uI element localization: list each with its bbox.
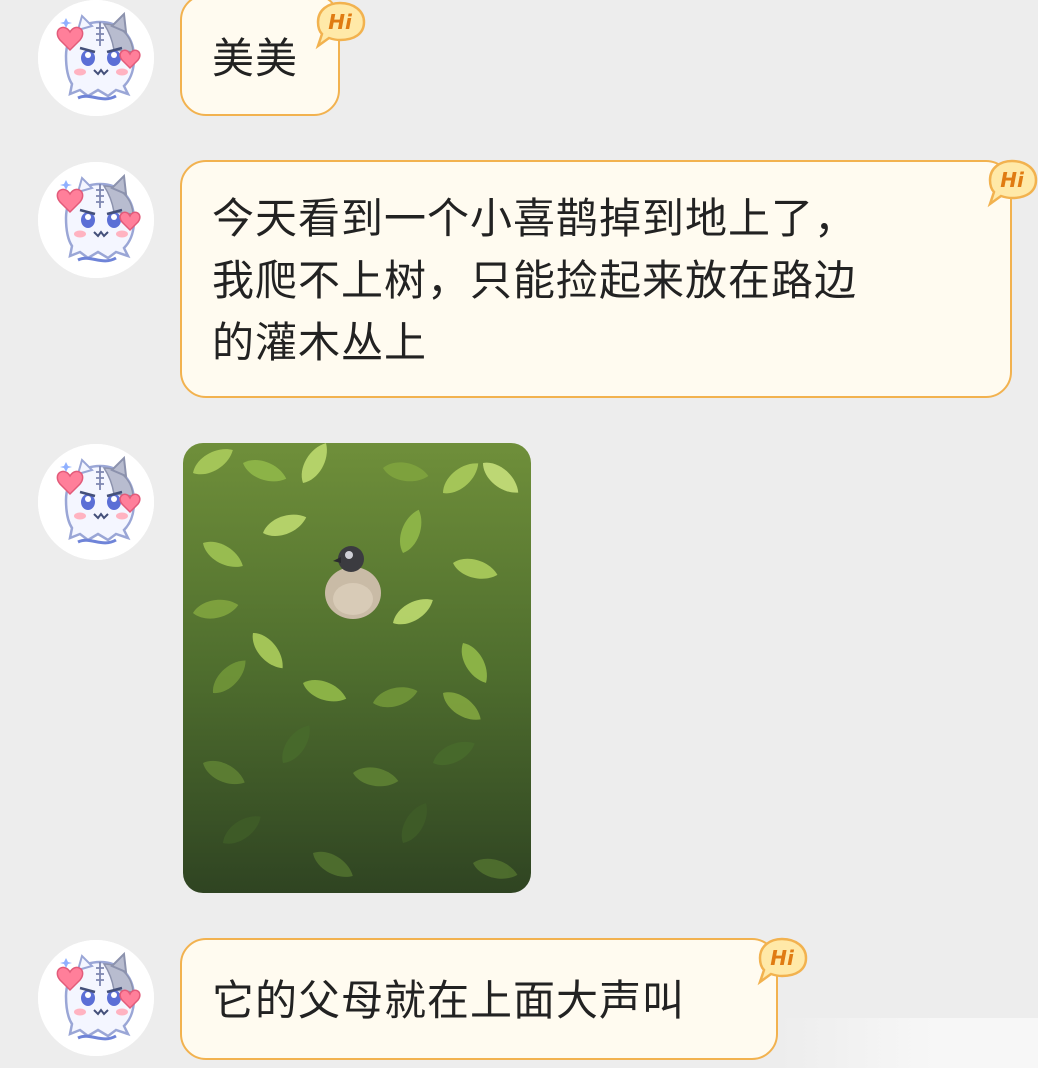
sender-avatar[interactable] <box>38 940 154 1056</box>
message-photo[interactable] <box>183 443 531 893</box>
bottom-fade <box>780 1018 1038 1068</box>
ghost-cat-avatar-icon <box>38 0 154 116</box>
sender-avatar[interactable] <box>38 0 154 116</box>
ghost-cat-avatar-icon <box>38 940 154 1056</box>
hi-badge-icon: Hi <box>758 937 808 984</box>
hi-badge-label: Hi <box>328 10 353 34</box>
message-text: 今天看到一个小喜鹊掉到地上了， 我爬不上树，只能捡起来放在路边 的灌木丛上 <box>212 194 858 367</box>
hi-badge-label: Hi <box>770 946 795 970</box>
sender-avatar[interactable] <box>38 162 154 278</box>
hi-badge-icon: Hi <box>988 159 1038 206</box>
hi-badge-icon: Hi <box>316 1 366 48</box>
message-bubble[interactable]: 今天看到一个小喜鹊掉到地上了， 我爬不上树，只能捡起来放在路边 的灌木丛上 <box>180 160 1012 398</box>
ghost-cat-avatar-icon <box>38 444 154 560</box>
message-bubble[interactable]: 它的父母就在上面大声叫 <box>180 938 778 1060</box>
hi-badge-label: Hi <box>1000 168 1025 192</box>
message-text: 它的父母就在上面大声叫 <box>212 976 686 1025</box>
sender-avatar[interactable] <box>38 444 154 560</box>
bird-on-bush-photo <box>183 443 531 893</box>
ghost-cat-avatar-icon <box>38 162 154 278</box>
